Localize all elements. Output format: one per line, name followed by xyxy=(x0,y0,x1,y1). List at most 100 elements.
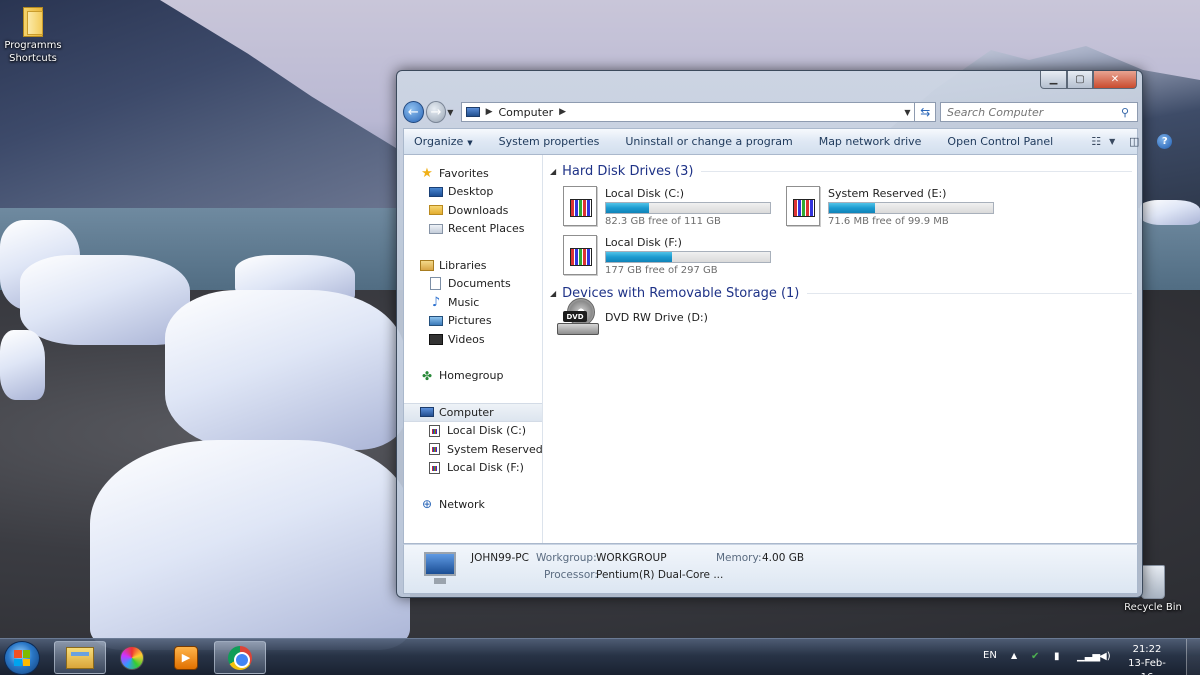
content-pane[interactable]: ◢ Hard Disk Drives (3) Local Disk (C:) 8… xyxy=(543,155,1137,543)
show-hidden-icons-chevron-icon[interactable]: ▲ xyxy=(1011,651,1017,660)
nav-label: Downloads xyxy=(448,203,509,217)
open-control-panel-button[interactable]: Open Control Panel xyxy=(947,135,1053,148)
organize-button[interactable]: Organize ▼ xyxy=(414,135,473,148)
shield-check-icon[interactable]: ✔ xyxy=(1031,651,1039,662)
refresh-button[interactable]: ⇆ xyxy=(915,102,937,122)
wallpaper-ice xyxy=(1140,200,1200,225)
minimize-button[interactable]: ▁ xyxy=(1040,71,1067,89)
videos-icon xyxy=(429,333,443,345)
nav-libraries[interactable]: Libraries xyxy=(404,256,542,275)
address-row: ← → ▼ ▶ Computer ▶ ▼ ⇆ ⚲ xyxy=(403,99,1138,125)
downloads-folder-icon xyxy=(429,205,443,216)
address-bar[interactable]: ▶ Computer ▶ ▼ xyxy=(460,102,916,122)
desktop-icon-programms-shortcuts[interactable]: Programms Shortcuts xyxy=(0,5,66,65)
navigation-pane[interactable]: ★ Favorites Desktop Downloads Recent Plac… xyxy=(404,155,543,543)
taskbar-explorer-button[interactable] xyxy=(54,641,106,674)
drive-info: Local Disk (C:) 82.3 GB free of 111 GB xyxy=(605,186,773,230)
nav-label: Libraries xyxy=(439,258,487,272)
recycle-bin-icon xyxy=(1141,565,1165,599)
nav-label: Homegroup xyxy=(439,369,504,383)
drive-tile-f[interactable]: Local Disk (F:) 177 GB free of 297 GB xyxy=(563,235,773,279)
clock[interactable]: 21:22 13-Feb-16 xyxy=(1122,643,1172,675)
view-controls: ☷ ▼ ◫ ? xyxy=(1079,133,1180,151)
drive-usage-fill xyxy=(606,203,649,213)
breadcrumb-computer[interactable]: Computer xyxy=(498,106,553,119)
drive-tile-e[interactable]: System Reserved (E:) 71.6 MB free of 99.… xyxy=(786,186,996,230)
nav-documents[interactable]: Documents xyxy=(404,275,542,294)
address-dropdown-icon[interactable]: ▼ xyxy=(900,108,914,117)
signal-strength-icon[interactable]: ▁▃▅ xyxy=(1077,651,1100,662)
drive-free-space: 82.3 GB free of 111 GB xyxy=(605,216,721,227)
breadcrumb-chevron-icon[interactable]: ▶ xyxy=(486,107,493,117)
drive-name: System Reserved (E:) xyxy=(828,187,947,200)
hard-drive-icon xyxy=(786,186,820,226)
recent-pages-dropdown[interactable]: ▼ xyxy=(447,108,456,117)
nav-label: Documents xyxy=(448,277,511,291)
wallpaper-ice xyxy=(165,290,405,450)
nav-label: Network xyxy=(439,497,485,511)
drive-tile-c[interactable]: Local Disk (C:) 82.3 GB free of 111 GB xyxy=(563,186,773,230)
explorer-body: ★ Favorites Desktop Downloads Recent Plac… xyxy=(403,154,1138,544)
system-properties-button[interactable]: System properties xyxy=(499,135,600,148)
drive-usage-fill xyxy=(829,203,875,213)
dvd-drive-icon: DVD xyxy=(557,298,599,336)
collapse-chevron-icon[interactable]: ◢ xyxy=(550,167,556,176)
group-header-hard-disk-drives[interactable]: ◢ Hard Disk Drives (3) xyxy=(550,164,1132,179)
nav-computer[interactable]: Computer xyxy=(404,403,542,422)
search-input[interactable] xyxy=(947,105,1121,119)
taskbar-paint-button[interactable] xyxy=(106,641,158,674)
monitor-screen xyxy=(424,552,456,576)
nav-homegroup[interactable]: ✤ Homegroup xyxy=(404,367,542,386)
taskbar-chrome-button[interactable] xyxy=(214,641,266,674)
collapse-chevron-icon[interactable]: ◢ xyxy=(550,289,556,298)
wallpaper-ice xyxy=(0,330,45,400)
volume-icon[interactable]: ◀) xyxy=(1099,651,1111,662)
battery-icon[interactable]: ▮ xyxy=(1054,651,1060,662)
nav-music[interactable]: ♪ Music xyxy=(404,293,542,312)
nav-pictures[interactable]: Pictures xyxy=(404,312,542,331)
drive-usage-bar xyxy=(605,251,771,263)
documents-icon xyxy=(430,277,441,291)
drive-name: DVD RW Drive (D:) xyxy=(605,310,708,324)
nav-local-disk-f[interactable]: Local Disk (F:) xyxy=(404,459,542,478)
nav-label: Local Disk (C:) xyxy=(447,424,527,438)
view-options-chevron-icon[interactable]: ▼ xyxy=(1107,133,1117,151)
change-view-icon[interactable]: ☷ xyxy=(1085,133,1107,151)
language-indicator[interactable]: EN xyxy=(983,650,997,661)
search-box[interactable]: ⚲ xyxy=(940,102,1138,122)
forward-button[interactable]: → xyxy=(425,101,447,123)
uninstall-program-button[interactable]: Uninstall or change a program xyxy=(625,135,792,148)
processor-value: Pentium(R) Dual-Core ... xyxy=(596,569,724,581)
desktop-icon xyxy=(429,186,443,197)
music-note-icon: ♪ xyxy=(431,294,441,310)
drive-usage-fill xyxy=(606,252,672,262)
help-icon[interactable]: ? xyxy=(1157,134,1173,149)
nav-videos[interactable]: Videos xyxy=(404,330,542,349)
drive-tile-dvd[interactable]: DVD DVD RW Drive (D:) xyxy=(557,298,708,336)
breadcrumb-chevron-icon[interactable]: ▶ xyxy=(559,107,566,117)
nav-local-disk-c[interactable]: Local Disk (C:) xyxy=(404,422,542,441)
show-desktop-button[interactable] xyxy=(1186,639,1200,675)
monitor-stand xyxy=(434,578,446,584)
nav-system-reserved-e[interactable]: System Reserved (E:) xyxy=(404,440,542,459)
close-button[interactable]: ✕ xyxy=(1093,71,1137,89)
preview-pane-icon[interactable]: ◫ xyxy=(1123,133,1145,151)
nav-label: Favorites xyxy=(439,166,489,180)
nav-favorites[interactable]: ★ Favorites xyxy=(404,164,542,183)
maximize-button[interactable]: ▢ xyxy=(1067,71,1093,89)
memory-label: Memory: xyxy=(716,552,762,564)
drive-name: Local Disk (F:) xyxy=(605,236,682,249)
clock-date: 13-Feb-16 xyxy=(1128,658,1166,675)
taskbar-media-player-button[interactable]: ▶ xyxy=(160,641,212,674)
nav-recent-places[interactable]: Recent Places xyxy=(404,220,542,239)
map-network-drive-button[interactable]: Map network drive xyxy=(819,135,922,148)
nav-downloads[interactable]: Downloads xyxy=(404,201,542,220)
nav-desktop[interactable]: Desktop xyxy=(404,183,542,202)
hard-drive-icon xyxy=(563,186,597,226)
search-icon[interactable]: ⚲ xyxy=(1121,106,1137,119)
start-button[interactable] xyxy=(4,641,40,675)
nav-network[interactable]: ⊕ Network xyxy=(404,495,542,514)
back-button[interactable]: ← xyxy=(403,101,424,123)
